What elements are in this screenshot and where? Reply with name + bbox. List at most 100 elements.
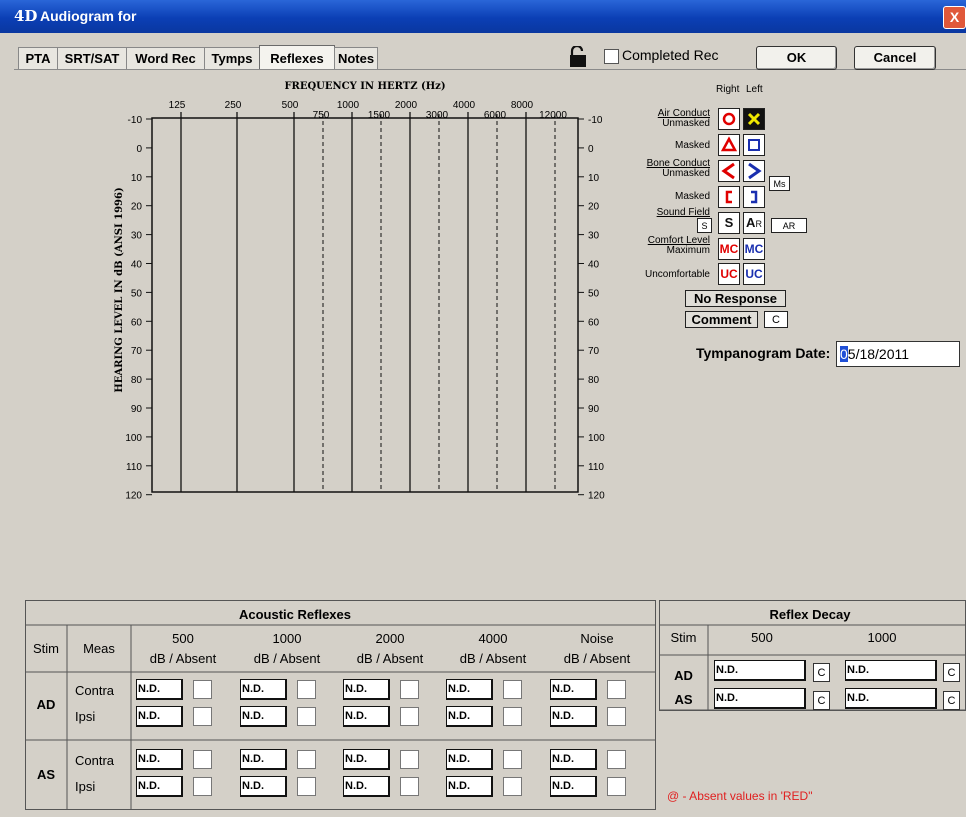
- right-air-unmasked-circle-icon[interactable]: [718, 108, 740, 130]
- ar-db-input[interactable]: N.D.: [240, 776, 287, 797]
- tympanogram-date-input[interactable]: 05/18/2011: [836, 341, 960, 367]
- tympanogram-date-label: Tympanogram Date:: [696, 345, 831, 361]
- comment-button[interactable]: Comment: [685, 311, 758, 328]
- db-tick-label: 80: [588, 375, 600, 386]
- ar-db-input[interactable]: N.D.: [136, 776, 183, 797]
- freq-tick-label: 125: [169, 100, 186, 111]
- ar-absent-checkbox[interactable]: [400, 707, 419, 726]
- ms-button[interactable]: Ms: [769, 176, 790, 191]
- right-air-masked-triangle-icon[interactable]: [718, 134, 740, 156]
- ar-button[interactable]: AR: [771, 218, 807, 233]
- no-response-button[interactable]: No Response: [685, 290, 786, 307]
- ar-db-input[interactable]: N.D.: [240, 749, 287, 770]
- absent-values-footnote: @ - Absent values in 'RED": [667, 789, 813, 803]
- rd-ad-500-input[interactable]: N.D.: [714, 660, 806, 681]
- ar-absent-checkbox[interactable]: [503, 680, 522, 699]
- db-tick-label: 30: [588, 231, 600, 242]
- right-bone-masked-bracket-icon[interactable]: [718, 186, 740, 208]
- ar-db-input[interactable]: N.D.: [343, 706, 390, 727]
- uncomfortable-label: Uncomfortable: [644, 269, 710, 280]
- right-sound-field-s[interactable]: S: [718, 212, 740, 234]
- db-tick-label: 60: [588, 317, 600, 328]
- gridlines: [146, 112, 584, 496]
- ar-absent-checkbox[interactable]: [607, 680, 626, 699]
- ar-db-input[interactable]: N.D.: [343, 749, 390, 770]
- db-tick-label: 70: [131, 346, 143, 357]
- bone-unmasked-label: Unmasked: [662, 168, 710, 179]
- db-tick-label: 90: [588, 404, 600, 415]
- legend-left-label: Left: [746, 84, 763, 95]
- left-bone-unmasked-greater-than-icon[interactable]: [743, 160, 765, 182]
- ar-db-input[interactable]: N.D.: [343, 679, 390, 700]
- ar-absent-checkbox[interactable]: [193, 680, 212, 699]
- rd-as-500-c-button[interactable]: C: [813, 691, 830, 710]
- ar-absent-checkbox[interactable]: [193, 777, 212, 796]
- ar-db-input[interactable]: N.D.: [446, 706, 493, 727]
- ar-db-input[interactable]: N.D.: [550, 706, 597, 727]
- left-sound-field-ar[interactable]: AR: [743, 212, 765, 234]
- ar-db-input[interactable]: N.D.: [240, 679, 287, 700]
- ar-db-input[interactable]: N.D.: [550, 749, 597, 770]
- rd-as-500-input[interactable]: N.D.: [714, 688, 806, 709]
- bone-masked-label: Masked: [674, 191, 710, 202]
- freq-tick-label: 1000: [337, 100, 360, 111]
- rd-as-1000-input[interactable]: N.D.: [845, 688, 937, 709]
- ar-absent-checkbox[interactable]: [297, 777, 316, 796]
- db-tick-label: 20: [131, 202, 143, 213]
- ar-freq-header: 4000: [478, 631, 508, 646]
- left-mc[interactable]: MC: [743, 238, 765, 260]
- ar-db-input[interactable]: N.D.: [446, 679, 493, 700]
- ar-db-input[interactable]: N.D.: [240, 706, 287, 727]
- db-tick-label: 60: [131, 317, 143, 328]
- left-bone-masked-bracket-icon[interactable]: [743, 186, 765, 208]
- ar-absent-checkbox[interactable]: [607, 750, 626, 769]
- right-bone-unmasked-less-than-icon[interactable]: [718, 160, 740, 182]
- ar-db-input[interactable]: N.D.: [446, 749, 493, 770]
- ar-db-input[interactable]: N.D.: [136, 706, 183, 727]
- rd-ear-ad: AD: [674, 668, 693, 683]
- ar-absent-checkbox[interactable]: [503, 750, 522, 769]
- ar-db-input[interactable]: N.D.: [343, 776, 390, 797]
- rd-as-1000-c-button[interactable]: C: [943, 691, 960, 710]
- ar-db-input[interactable]: N.D.: [136, 749, 183, 770]
- audiogram-window: 4D Audiogram for X PTA SRT/SAT Word Rec …: [0, 0, 966, 817]
- ar-db-input[interactable]: N.D.: [136, 679, 183, 700]
- left-air-masked-square-icon[interactable]: [743, 134, 765, 156]
- sound-field-s-button[interactable]: S: [697, 218, 712, 233]
- ar-absent-checkbox[interactable]: [503, 777, 522, 796]
- freq-tick-label: 3000: [426, 110, 449, 121]
- ar-absent-checkbox[interactable]: [193, 707, 212, 726]
- left-air-unmasked-x-icon[interactable]: [743, 108, 765, 130]
- ar-unit-header: dB / Absent: [459, 651, 527, 666]
- ar-absent-checkbox[interactable]: [607, 707, 626, 726]
- left-uc[interactable]: UC: [743, 263, 765, 285]
- db-tick-label: -10: [128, 115, 143, 126]
- rd-freq-1000: 1000: [867, 630, 897, 645]
- ar-absent-checkbox[interactable]: [400, 777, 419, 796]
- right-uc[interactable]: UC: [718, 263, 740, 285]
- comment-c-button[interactable]: C: [764, 311, 788, 328]
- right-mc[interactable]: MC: [718, 238, 740, 260]
- ar-absent-checkbox[interactable]: [193, 750, 212, 769]
- ar-absent-checkbox[interactable]: [400, 680, 419, 699]
- ar-absent-checkbox[interactable]: [503, 707, 522, 726]
- rd-ad-1000-c-button[interactable]: C: [943, 663, 960, 682]
- legend-right-label: Right: [716, 84, 740, 95]
- ar-db-input[interactable]: N.D.: [550, 679, 597, 700]
- freq-tick-label: 750: [313, 110, 330, 121]
- ar-db-input[interactable]: N.D.: [446, 776, 493, 797]
- db-tick-label: 110: [126, 462, 142, 473]
- db-tick-label: 10: [588, 173, 600, 184]
- ar-db-input[interactable]: N.D.: [550, 776, 597, 797]
- ar-absent-checkbox[interactable]: [607, 777, 626, 796]
- ar-absent-checkbox[interactable]: [297, 750, 316, 769]
- db-tick-label: 50: [588, 288, 600, 299]
- freq-tick-label: 500: [282, 100, 299, 111]
- rd-ad-1000-input[interactable]: N.D.: [845, 660, 937, 681]
- ar-freq-header: 500: [172, 631, 194, 646]
- ar-absent-checkbox[interactable]: [400, 750, 419, 769]
- ar-absent-checkbox[interactable]: [297, 680, 316, 699]
- rd-ad-500-c-button[interactable]: C: [813, 663, 830, 682]
- ar-as-contra-label: Contra: [75, 753, 115, 768]
- ar-absent-checkbox[interactable]: [297, 707, 316, 726]
